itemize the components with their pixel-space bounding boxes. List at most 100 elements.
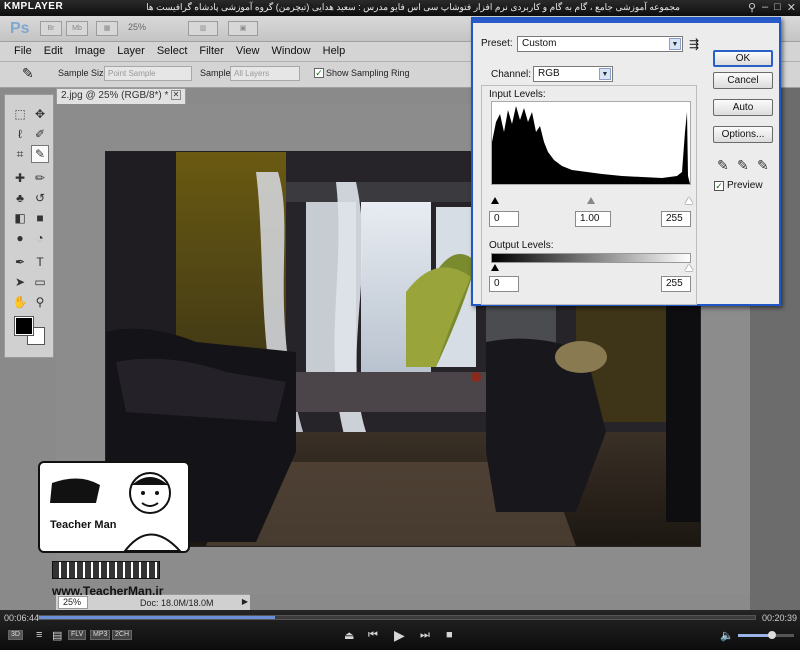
teacherman-watermark: Teacher Man (38, 461, 190, 553)
menu-file[interactable]: File (8, 42, 38, 61)
input-white-slider[interactable] (685, 197, 693, 204)
show-sampling-ring-label: Show Sampling Ring (326, 68, 410, 78)
gray-point-eyedropper-icon[interactable]: ✎ (737, 157, 749, 174)
clone-stamp-tool-icon[interactable]: ♣ (11, 189, 29, 207)
zoom-tool-icon[interactable]: ⚲ (31, 293, 49, 311)
player-title-bar: KMPLAYER مجموعه آموزشی جامع ، گام به گام… (0, 0, 800, 16)
options-button[interactable]: Options... (713, 126, 773, 143)
channel-select[interactable]: RGB ▼ (533, 66, 613, 82)
output-black-field[interactable]: 0 (489, 276, 519, 292)
shape-tool-icon[interactable]: ▭ (31, 273, 49, 291)
volume-icon[interactable]: 🔈 (720, 629, 734, 642)
menu-select[interactable]: Select (151, 42, 194, 61)
menu-filter[interactable]: Filter (193, 42, 229, 61)
player-window-buttons: ⚲ – □ ✕ (748, 1, 796, 14)
output-levels-label: Output Levels: (489, 240, 554, 251)
histogram-graph (492, 106, 690, 184)
close-tab-icon[interactable]: ✕ (171, 90, 181, 100)
move-tool-icon[interactable]: ✥ (31, 105, 49, 123)
cancel-button[interactable]: Cancel (713, 72, 773, 89)
auto-button[interactable]: Auto (713, 99, 773, 116)
eyedropper-tool-icon[interactable]: ✎ (31, 145, 49, 163)
preset-select[interactable]: Custom ▼ (517, 36, 683, 52)
black-point-eyedropper-icon[interactable]: ✎ (717, 157, 729, 174)
gradient-tool-icon[interactable]: ■ (31, 209, 49, 227)
path-selection-tool-icon[interactable]: ➤ (11, 273, 29, 291)
minibridge-button[interactable]: Mb (66, 21, 88, 36)
volume-slider[interactable] (738, 631, 794, 639)
view-extras-button[interactable]: ▦ (96, 21, 118, 36)
menu-help[interactable]: Help (317, 42, 352, 61)
screen-mode-button[interactable]: ▣ (228, 21, 258, 36)
input-gamma-slider[interactable] (587, 197, 595, 204)
document-tab-title: 2.jpg @ 25% (RGB/8*) * (61, 90, 169, 101)
histogram (491, 101, 691, 185)
levels-title-bar (473, 19, 779, 23)
previous-icon[interactable]: ⏮ (368, 629, 378, 642)
bridge-button[interactable]: Br (40, 21, 62, 36)
seek-progress (39, 616, 276, 619)
eyedropper-preset-icon[interactable]: ✎ (22, 65, 34, 82)
zoom-level-select[interactable]: 25% (128, 22, 146, 32)
elapsed-time: 00:06:44 (4, 613, 40, 623)
quick-select-tool-icon[interactable]: ✐ (31, 125, 49, 143)
dodge-tool-icon[interactable]: ◔ (31, 229, 49, 247)
white-point-eyedropper-icon[interactable]: ✎ (757, 157, 769, 174)
type-tool-icon[interactable]: T (31, 253, 49, 271)
input-black-field[interactable]: 0 (489, 211, 519, 227)
menu-window[interactable]: Window (266, 42, 317, 61)
volume-level (738, 634, 772, 637)
menu-view[interactable]: View (230, 42, 266, 61)
sample-size-select[interactable]: Point Sample (104, 66, 192, 81)
pin-icon[interactable]: ⚲ (748, 1, 756, 14)
3d-mode-badge[interactable]: 3D (8, 630, 23, 640)
menu-icon[interactable]: ≡ (36, 629, 42, 641)
levels-dialog: Preset: Custom ▼ ⇶ Channel: RGB ▼ Input … (471, 17, 781, 306)
status-menu-arrow-icon[interactable]: ▶ (242, 597, 248, 606)
menu-image[interactable]: Image (69, 42, 112, 61)
input-levels-label: Input Levels: (489, 89, 546, 100)
sample-select[interactable]: All Layers (230, 66, 300, 81)
sample-label: Sample: (200, 68, 234, 78)
input-white-field[interactable]: 255 (661, 211, 691, 227)
preview-label: Preview (727, 180, 763, 191)
keyboard-graphic (52, 561, 160, 579)
show-sampling-ring-checkbox[interactable]: ✓ (314, 68, 324, 78)
maximize-icon[interactable]: □ (774, 1, 781, 14)
menu-layer[interactable]: Layer (111, 42, 151, 61)
next-icon[interactable]: ⏭ (420, 629, 430, 642)
history-brush-tool-icon[interactable]: ↺ (31, 189, 49, 207)
close-icon[interactable]: ✕ (787, 1, 796, 14)
total-time: 00:20:39 (762, 613, 798, 623)
volume-knob[interactable] (767, 631, 776, 639)
eject-icon[interactable]: ⏏ (344, 629, 354, 642)
output-white-slider[interactable] (685, 264, 693, 271)
menu-edit[interactable]: Edit (38, 42, 69, 61)
input-black-slider[interactable] (491, 197, 499, 204)
brush-tool-icon[interactable]: ✏ (31, 169, 49, 187)
preset-options-icon[interactable]: ⇶ (689, 37, 699, 51)
output-white-field[interactable]: 255 (661, 276, 691, 292)
marquee-tool-icon[interactable]: ⬚ (11, 105, 29, 123)
playlist-icon[interactable]: ▤ (52, 629, 62, 642)
preview-checkbox[interactable]: ✓ (714, 181, 724, 191)
seek-bar[interactable] (38, 615, 756, 620)
hand-tool-icon[interactable]: ✋ (11, 293, 29, 311)
minimize-icon[interactable]: – (762, 1, 768, 14)
ok-button[interactable]: OK (713, 50, 773, 67)
teacherman-brand-text: Teacher Man (50, 519, 117, 531)
crop-tool-icon[interactable]: ⌗ (11, 145, 29, 163)
foreground-color-swatch[interactable] (15, 317, 33, 335)
chevron-down-icon: ▼ (599, 68, 611, 80)
arrange-documents-button[interactable]: ▥ (188, 21, 218, 36)
document-tab[interactable]: 2.jpg @ 25% (RGB/8*) * ✕ (56, 88, 186, 104)
play-icon[interactable]: ▶ (394, 627, 405, 644)
lasso-tool-icon[interactable]: ℓ (11, 125, 29, 143)
input-gamma-field[interactable]: 1.00 (575, 211, 611, 227)
healing-brush-tool-icon[interactable]: ✚ (11, 169, 29, 187)
stop-icon[interactable]: ■ (446, 629, 453, 641)
pen-tool-icon[interactable]: ✒ (11, 253, 29, 271)
output-black-slider[interactable] (491, 264, 499, 271)
eraser-tool-icon[interactable]: ◧ (11, 209, 29, 227)
blur-tool-icon[interactable]: ● (11, 229, 29, 247)
